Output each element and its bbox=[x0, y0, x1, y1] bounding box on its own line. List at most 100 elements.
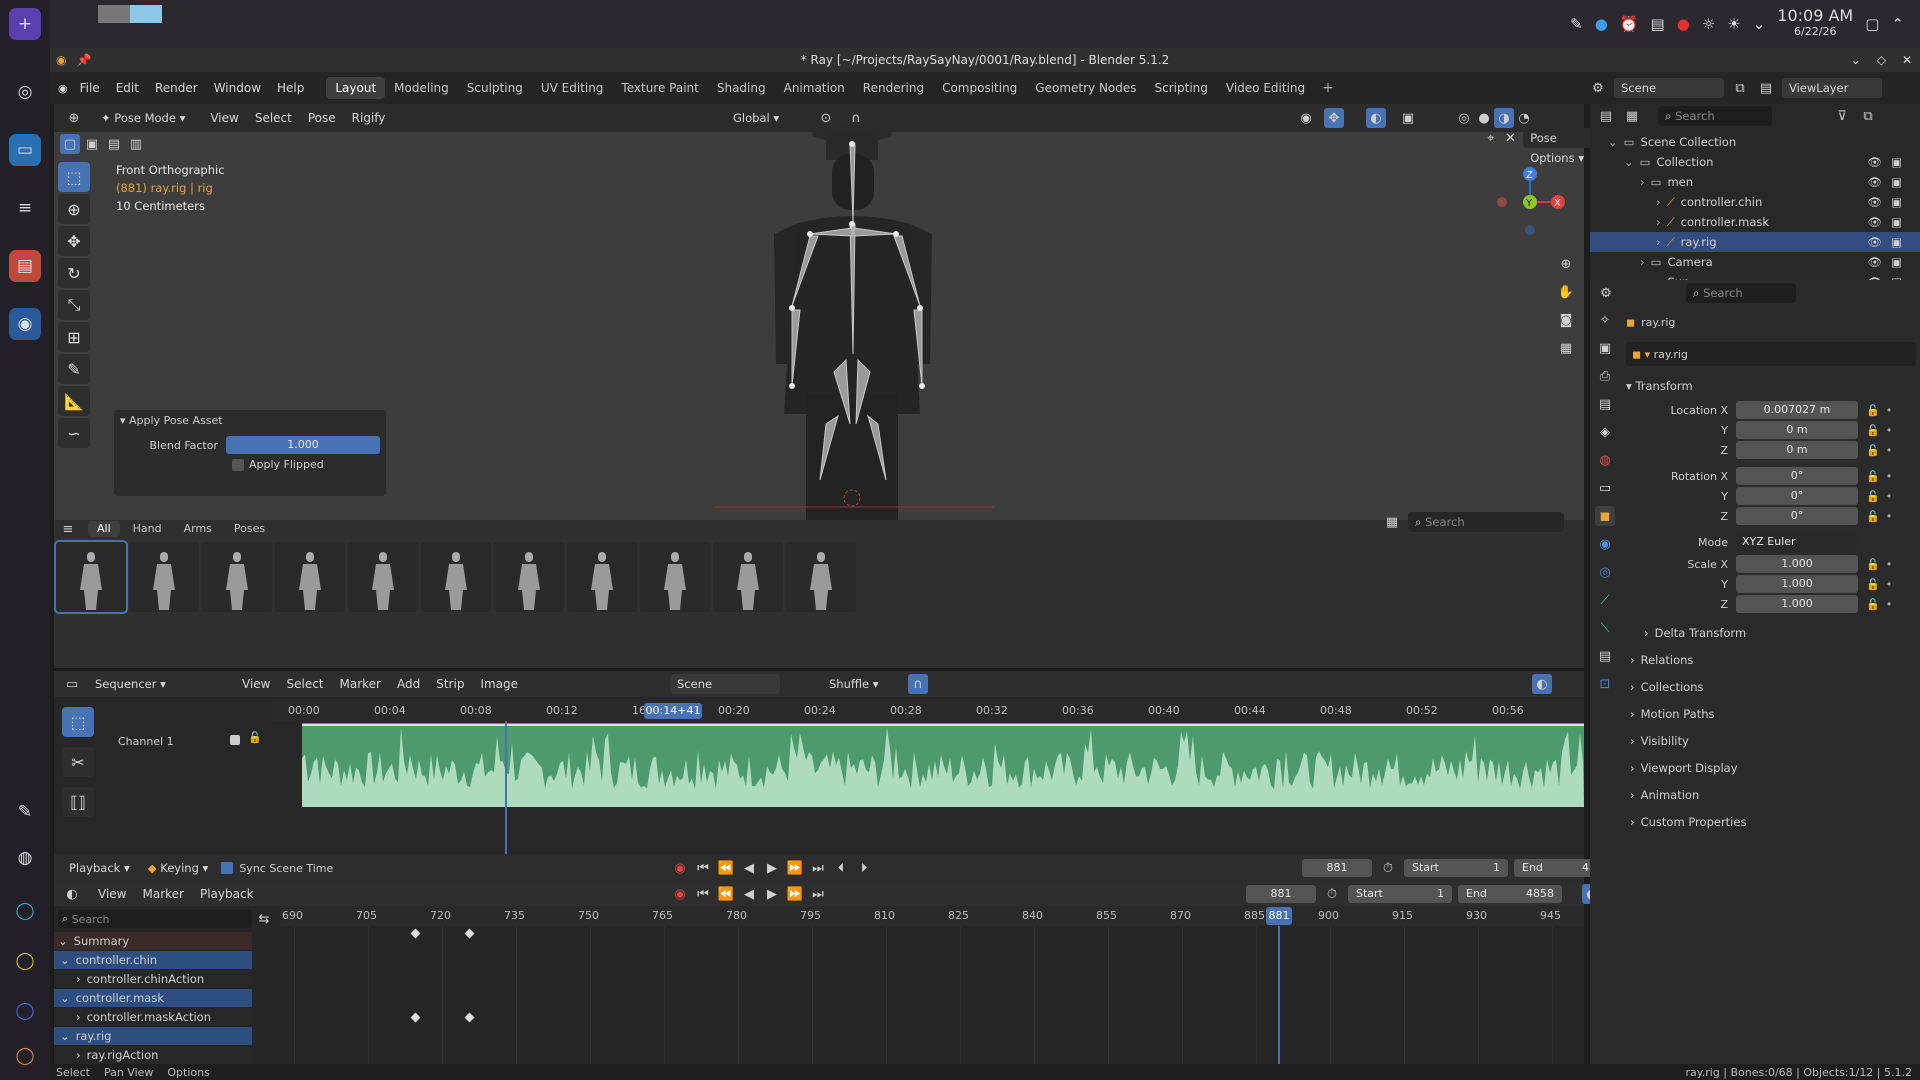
dope-channel-controller-chinaction[interactable]: › controller.chinAction bbox=[54, 970, 252, 988]
keyframe-dot-icon[interactable]: • bbox=[1886, 444, 1893, 457]
visibility-icon[interactable]: ◉ bbox=[1296, 108, 1316, 128]
relax-tool-icon[interactable]: ∽ bbox=[58, 418, 90, 448]
snap-toggle-icon[interactable]: ∩ bbox=[908, 674, 928, 694]
transform-tool-icon[interactable]: ⊞ bbox=[58, 322, 90, 352]
rotation-mode-dropdown[interactable]: XYZ Euler bbox=[1736, 533, 1858, 551]
mode-dropdown[interactable]: ✦ Pose Mode ▾ bbox=[94, 108, 193, 128]
seq-select-tool-icon[interactable]: ⬚ bbox=[62, 707, 94, 737]
3d-viewport[interactable]: ⊕ ✦ Pose Mode ▾ View Select Pose Rigify Glo… bbox=[54, 104, 1595, 520]
select-new-icon[interactable]: ▢ bbox=[60, 134, 80, 154]
sequencer-menu-strip[interactable]: Strip bbox=[428, 674, 472, 694]
pose-thumbnail[interactable] bbox=[54, 540, 128, 614]
xray-icon[interactable]: ▣ bbox=[1398, 108, 1418, 128]
pan-hand-icon[interactable]: ✋ bbox=[1556, 282, 1576, 302]
pen-icon[interactable]: ✎ bbox=[1570, 15, 1583, 33]
jump-start-icon[interactable]: ⏮ bbox=[693, 858, 713, 878]
dope-menu-marker[interactable]: Marker bbox=[134, 884, 191, 904]
start-frame-field[interactable]: Start 1 bbox=[1404, 859, 1508, 877]
keyframe-diamond[interactable] bbox=[464, 1012, 475, 1023]
keyframe-dot-icon[interactable]: • bbox=[1886, 404, 1893, 417]
editor-type-icon[interactable]: ⊕ bbox=[64, 108, 84, 128]
swap-icon[interactable]: ⇆ bbox=[254, 909, 274, 929]
sequencer-menu-image[interactable]: Image bbox=[472, 674, 526, 694]
launcher-icon[interactable]: + bbox=[9, 8, 41, 40]
expand-icon[interactable]: ⌄ bbox=[1608, 132, 1618, 152]
menu-render[interactable]: Render bbox=[147, 78, 206, 98]
current-frame-field[interactable]: 881 bbox=[1302, 859, 1372, 877]
expand-icon[interactable]: › bbox=[1656, 212, 1661, 232]
pose-tab-hand[interactable]: Hand bbox=[124, 521, 171, 537]
camera-icon[interactable]: ▣ bbox=[1891, 192, 1902, 212]
close-sidebar-icon[interactable]: ✕ bbox=[1504, 128, 1518, 148]
channel-lock-icon[interactable]: 🔓 bbox=[248, 731, 262, 744]
section-visibility[interactable]: › Visibility bbox=[1626, 728, 1916, 755]
redo-panel-header[interactable]: ▾ Apply Pose Asset bbox=[114, 410, 386, 430]
world-tab-icon[interactable]: ◍ bbox=[1595, 450, 1615, 470]
files-icon[interactable]: ▭ bbox=[9, 134, 41, 166]
zoom-icon[interactable]: ⊕ bbox=[1556, 254, 1576, 274]
dope-keyframe-area[interactable] bbox=[280, 926, 1584, 1064]
pose-tab-arms[interactable]: Arms bbox=[175, 521, 221, 537]
keyframe-dot-icon[interactable]: • bbox=[1886, 598, 1893, 611]
expand-icon[interactable]: › bbox=[1656, 192, 1661, 212]
tab-sculpting[interactable]: Sculpting bbox=[458, 77, 532, 99]
camera-icon[interactable]: ▣ bbox=[1891, 232, 1902, 252]
transform-value-field[interactable]: 0° bbox=[1736, 467, 1858, 485]
overview-icon[interactable]: ⌃ bbox=[1891, 15, 1904, 33]
pose-thumbnail[interactable] bbox=[640, 542, 710, 612]
jump-end-icon[interactable]: ⏭ bbox=[808, 858, 828, 878]
outliner[interactable]: ▤ ▦ ⌕ Search ⊽ ⧉ ⌄ ▭ Scene Collection ⌄ ▭ Col… bbox=[1590, 104, 1920, 289]
brightness-icon[interactable]: ☼ bbox=[1702, 15, 1715, 33]
apply-flipped-checkbox[interactable] bbox=[232, 458, 244, 471]
overlays-icon[interactable]: ◐ bbox=[1366, 108, 1386, 128]
pose-thumbnail[interactable] bbox=[494, 542, 564, 612]
pose-thumbnail[interactable] bbox=[202, 542, 272, 612]
outliner-item-controller-mask[interactable]: › ⟋ controller.mask 👁 ▣ bbox=[1590, 212, 1920, 232]
solid-shading-icon[interactable]: ● bbox=[1474, 108, 1494, 128]
globe-app-icon[interactable]: ◍ bbox=[9, 842, 41, 874]
sequencer-playhead-label[interactable]: 00:14+41 bbox=[644, 703, 702, 719]
add-workspace-icon[interactable]: + bbox=[1322, 80, 1334, 96]
store-app-icon[interactable]: ▤ bbox=[9, 250, 41, 282]
dope-channel-ray-rig[interactable]: ⌄ ray.rig bbox=[54, 1027, 252, 1045]
outliner-item-scene-collection[interactable]: ⌄ ▭ Scene Collection bbox=[1590, 132, 1920, 152]
sequencer-editor-icon[interactable]: ▭ bbox=[62, 674, 82, 694]
dopesheet-editor[interactable]: ◐ View Marker Playback ◉ ⏮ ⏪ ◀ ▶ ⏩ ⏭ 881 ⏱… bbox=[54, 882, 1602, 1064]
keyframe-dot-icon[interactable]: • bbox=[1886, 424, 1893, 437]
scene-field[interactable]: Scene bbox=[1614, 78, 1724, 98]
lock-icon[interactable]: 🔓 bbox=[1866, 578, 1880, 591]
expand-icon[interactable]: › bbox=[1656, 232, 1661, 252]
modifiers-tab-icon[interactable]: ◉ bbox=[1595, 534, 1615, 554]
sequencer-menu-view[interactable]: View bbox=[234, 674, 278, 694]
keyframe-diamond[interactable] bbox=[410, 928, 421, 939]
dope-auto-key-icon[interactable]: ◉ bbox=[670, 884, 690, 904]
record-icon[interactable]: ● bbox=[1677, 15, 1690, 33]
pose-options-dropdown[interactable]: Pose Options ▾ bbox=[1523, 128, 1595, 165]
properties-editor[interactable]: ⚙ ⌕ Search ✧ ▣ ⎙ ▤ ◈ ◍ ▭ ◼ ◉ ◎ ⟋ ⟍ ▤ ⊡ ◼… bbox=[1590, 280, 1920, 1064]
select-subtract-icon[interactable]: ▤ bbox=[104, 134, 124, 154]
pose-thumbnail[interactable] bbox=[348, 542, 418, 612]
lock-icon[interactable]: 🔓 bbox=[1866, 444, 1880, 457]
outliner-display-icon[interactable]: ▦ bbox=[1622, 106, 1642, 126]
section-relations[interactable]: › Relations bbox=[1626, 647, 1916, 674]
dope-channel-ray-rigaction[interactable]: › ray.rigAction bbox=[54, 1046, 252, 1064]
section-animation[interactable]: › Animation bbox=[1626, 782, 1916, 809]
blender-app-icon[interactable]: ◉ bbox=[9, 308, 41, 340]
next-marker-icon[interactable]: ⏵ bbox=[854, 858, 874, 878]
transform-value-field[interactable]: 0 m bbox=[1736, 441, 1858, 459]
sequencer-overlay-icon[interactable]: ◐ bbox=[1532, 674, 1552, 694]
dope-next-key-icon[interactable]: ⏩ bbox=[785, 884, 805, 904]
eye-icon[interactable]: 👁 bbox=[1867, 212, 1882, 232]
dope-playhead-label[interactable]: 881 bbox=[1266, 907, 1292, 925]
tab-rendering[interactable]: Rendering bbox=[854, 77, 933, 99]
dope-jump-start-icon[interactable]: ⏮ bbox=[693, 884, 713, 904]
properties-search-input[interactable]: ⌕ Search bbox=[1686, 283, 1796, 303]
sequencer-menu-select[interactable]: Select bbox=[278, 674, 331, 694]
dope-channel-controller-mask[interactable]: ⌄ controller.mask bbox=[54, 989, 252, 1007]
audio-strip[interactable] bbox=[302, 723, 1584, 807]
prev-key-icon[interactable]: ⏪ bbox=[716, 858, 736, 878]
expand-icon[interactable]: › bbox=[1640, 172, 1645, 192]
outliner-item-collection[interactable]: ⌄ ▭ Collection 👁 ▣ bbox=[1590, 152, 1920, 172]
filter-icon[interactable]: ⊽ bbox=[1832, 106, 1852, 126]
section-collections[interactable]: › Collections bbox=[1626, 674, 1916, 701]
